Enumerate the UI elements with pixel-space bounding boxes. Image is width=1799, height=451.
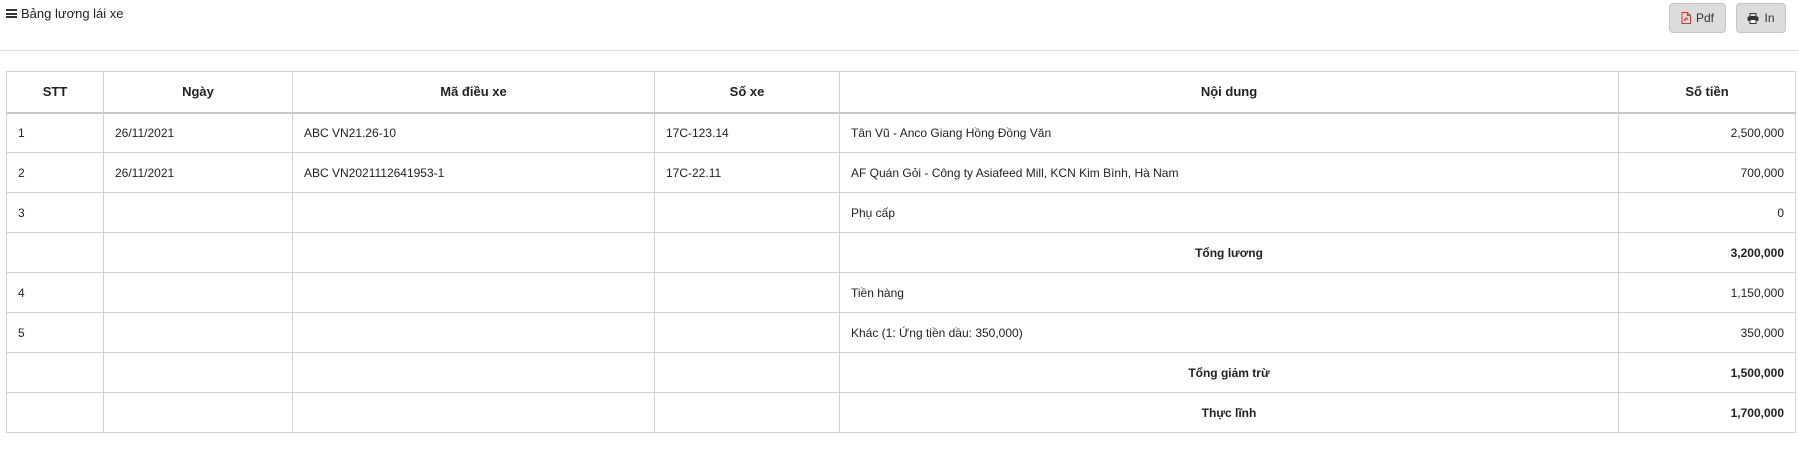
table-row: 2 26/11/2021 ABC VN2021112641953-1 17C-2… xyxy=(6,152,1796,193)
summary-amount: 1,700,000 xyxy=(1618,392,1796,433)
cell-stt: 5 xyxy=(6,312,104,353)
cell-code: ABC VN21.26-10 xyxy=(292,112,655,153)
cell-code xyxy=(292,312,655,353)
column-header-content: Nội dung xyxy=(839,71,1619,114)
cell-date xyxy=(103,352,293,393)
cell-content: Khác (1: Ứng tiền dầu: 350,000) xyxy=(839,312,1619,353)
cell-amount: 700,000 xyxy=(1618,152,1796,193)
cell-plate xyxy=(654,272,840,313)
cell-plate xyxy=(654,312,840,353)
cell-content: Tiền hàng xyxy=(839,272,1619,313)
cell-stt: 1 xyxy=(6,112,104,153)
summary-label: Tổng giảm trừ xyxy=(839,352,1619,393)
cell-amount: 350,000 xyxy=(1618,312,1796,353)
cell-stt: 2 xyxy=(6,152,104,193)
cell-stt xyxy=(6,392,104,433)
column-header-amount: Số tiền xyxy=(1618,71,1796,114)
page-header: Bảng lương lái xe Pdf In xyxy=(0,0,1799,51)
cell-code: ABC VN2021112641953-1 xyxy=(292,152,655,193)
print-button[interactable]: In xyxy=(1736,3,1786,33)
print-button-label: In xyxy=(1764,11,1775,25)
cell-code xyxy=(292,192,655,233)
column-header-plate: Số xe xyxy=(654,71,840,114)
pdf-button-label: Pdf xyxy=(1695,11,1714,25)
summary-label: Thực lĩnh xyxy=(839,392,1619,433)
cell-date xyxy=(103,312,293,353)
cell-date xyxy=(103,232,293,273)
cell-code xyxy=(292,352,655,393)
page-title-text: Bảng lương lái xe xyxy=(21,6,124,21)
table-row: 4 Tiền hàng 1,150,000 xyxy=(6,272,1796,313)
column-header-date: Ngày xyxy=(103,71,293,114)
summary-row-net-pay: Thực lĩnh 1,700,000 xyxy=(6,392,1796,433)
table-row: 3 Phụ cấp 0 xyxy=(6,192,1796,233)
pdf-button[interactable]: Pdf xyxy=(1669,3,1726,33)
cell-amount: 2,500,000 xyxy=(1618,112,1796,153)
summary-label: Tổng lương xyxy=(839,232,1619,273)
cell-content: AF Quán Gỏi - Công ty Asiafeed Mill, KCN… xyxy=(839,152,1619,193)
print-icon xyxy=(1747,12,1759,24)
cell-stt: 3 xyxy=(6,192,104,233)
cell-plate: 17C-123.14 xyxy=(654,112,840,153)
cell-plate xyxy=(654,352,840,393)
cell-stt xyxy=(6,352,104,393)
cell-content: Tân Vũ - Anco Giang Hồng Đồng Văn xyxy=(839,112,1619,153)
cell-plate: 17C-22.11 xyxy=(654,152,840,193)
column-header-code: Mã điều xe xyxy=(292,71,655,114)
salary-table: STT Ngày Mã điều xe Số xe Nội dung Số ti… xyxy=(6,71,1796,433)
cell-date: 26/11/2021 xyxy=(103,152,293,193)
summary-row-total-deductions: Tổng giảm trừ 1,500,000 xyxy=(6,352,1796,393)
cell-amount: 0 xyxy=(1618,192,1796,233)
cell-code xyxy=(292,232,655,273)
cell-plate xyxy=(654,232,840,273)
table-row: 1 26/11/2021 ABC VN21.26-10 17C-123.14 T… xyxy=(6,112,1796,153)
cell-plate xyxy=(654,392,840,433)
cell-stt xyxy=(6,232,104,273)
summary-amount: 1,500,000 xyxy=(1618,352,1796,393)
cell-code xyxy=(292,272,655,313)
cell-amount: 1,150,000 xyxy=(1618,272,1796,313)
salary-table-container: STT Ngày Mã điều xe Số xe Nội dung Số ti… xyxy=(6,71,1796,433)
bars-icon xyxy=(6,9,17,18)
cell-date: 26/11/2021 xyxy=(103,112,293,153)
table-header-row: STT Ngày Mã điều xe Số xe Nội dung Số ti… xyxy=(6,71,1796,114)
cell-date xyxy=(103,192,293,233)
page-title: Bảng lương lái xe xyxy=(6,6,124,21)
cell-content: Phụ cấp xyxy=(839,192,1619,233)
cell-stt: 4 xyxy=(6,272,104,313)
column-header-stt: STT xyxy=(6,71,104,114)
file-pdf-icon xyxy=(1681,12,1691,24)
cell-plate xyxy=(654,192,840,233)
summary-amount: 3,200,000 xyxy=(1618,232,1796,273)
table-row: 5 Khác (1: Ứng tiền dầu: 350,000) 350,00… xyxy=(6,312,1796,353)
cell-date xyxy=(103,392,293,433)
cell-date xyxy=(103,272,293,313)
cell-code xyxy=(292,392,655,433)
summary-row-total-salary: Tổng lương 3,200,000 xyxy=(6,232,1796,273)
